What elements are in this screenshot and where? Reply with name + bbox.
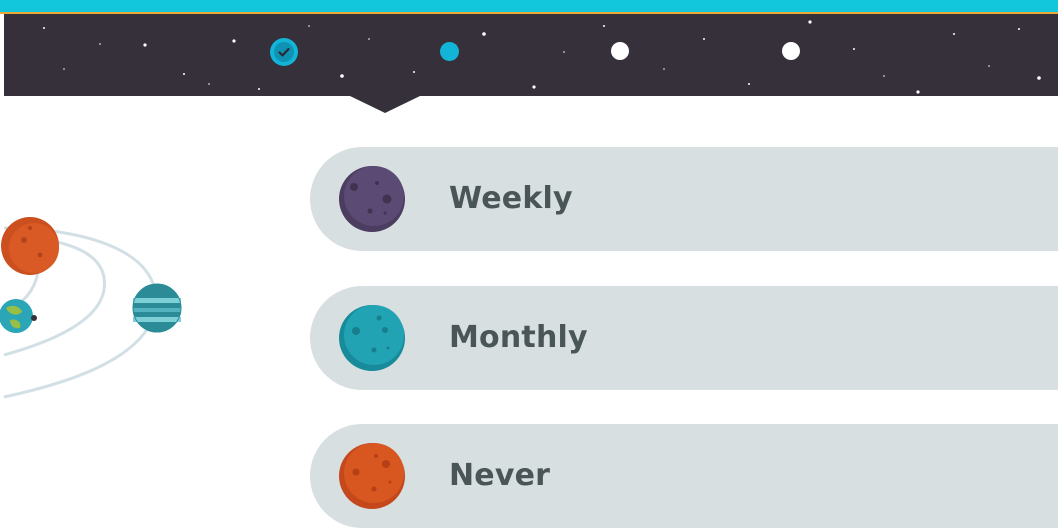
solar-system-illustration bbox=[0, 217, 182, 399]
option-monthly[interactable]: Monthly bbox=[310, 286, 1058, 390]
option-never[interactable]: Never bbox=[310, 424, 1058, 528]
teal-planet-icon bbox=[339, 305, 405, 371]
step-1-completed[interactable] bbox=[270, 38, 298, 66]
purple-planet-icon bbox=[339, 166, 405, 232]
earth-planet-icon bbox=[0, 299, 37, 333]
active-step-pointer bbox=[350, 96, 420, 113]
option-weekly[interactable]: Weekly bbox=[310, 147, 1058, 251]
option-label: Weekly bbox=[449, 181, 573, 216]
red-planet-icon bbox=[1, 217, 59, 275]
starfield-decoration bbox=[43, 20, 1041, 94]
step-4-upcoming[interactable] bbox=[782, 42, 800, 60]
top-accent-bar bbox=[0, 0, 1058, 14]
option-label: Never bbox=[449, 458, 551, 493]
check-icon bbox=[274, 42, 294, 62]
progress-header bbox=[4, 14, 1058, 96]
orange-planet-icon bbox=[339, 443, 405, 509]
step-3-upcoming[interactable] bbox=[611, 42, 629, 60]
step-2-current[interactable] bbox=[440, 42, 459, 61]
striped-planet-icon bbox=[132, 283, 182, 333]
option-label: Monthly bbox=[449, 320, 588, 355]
